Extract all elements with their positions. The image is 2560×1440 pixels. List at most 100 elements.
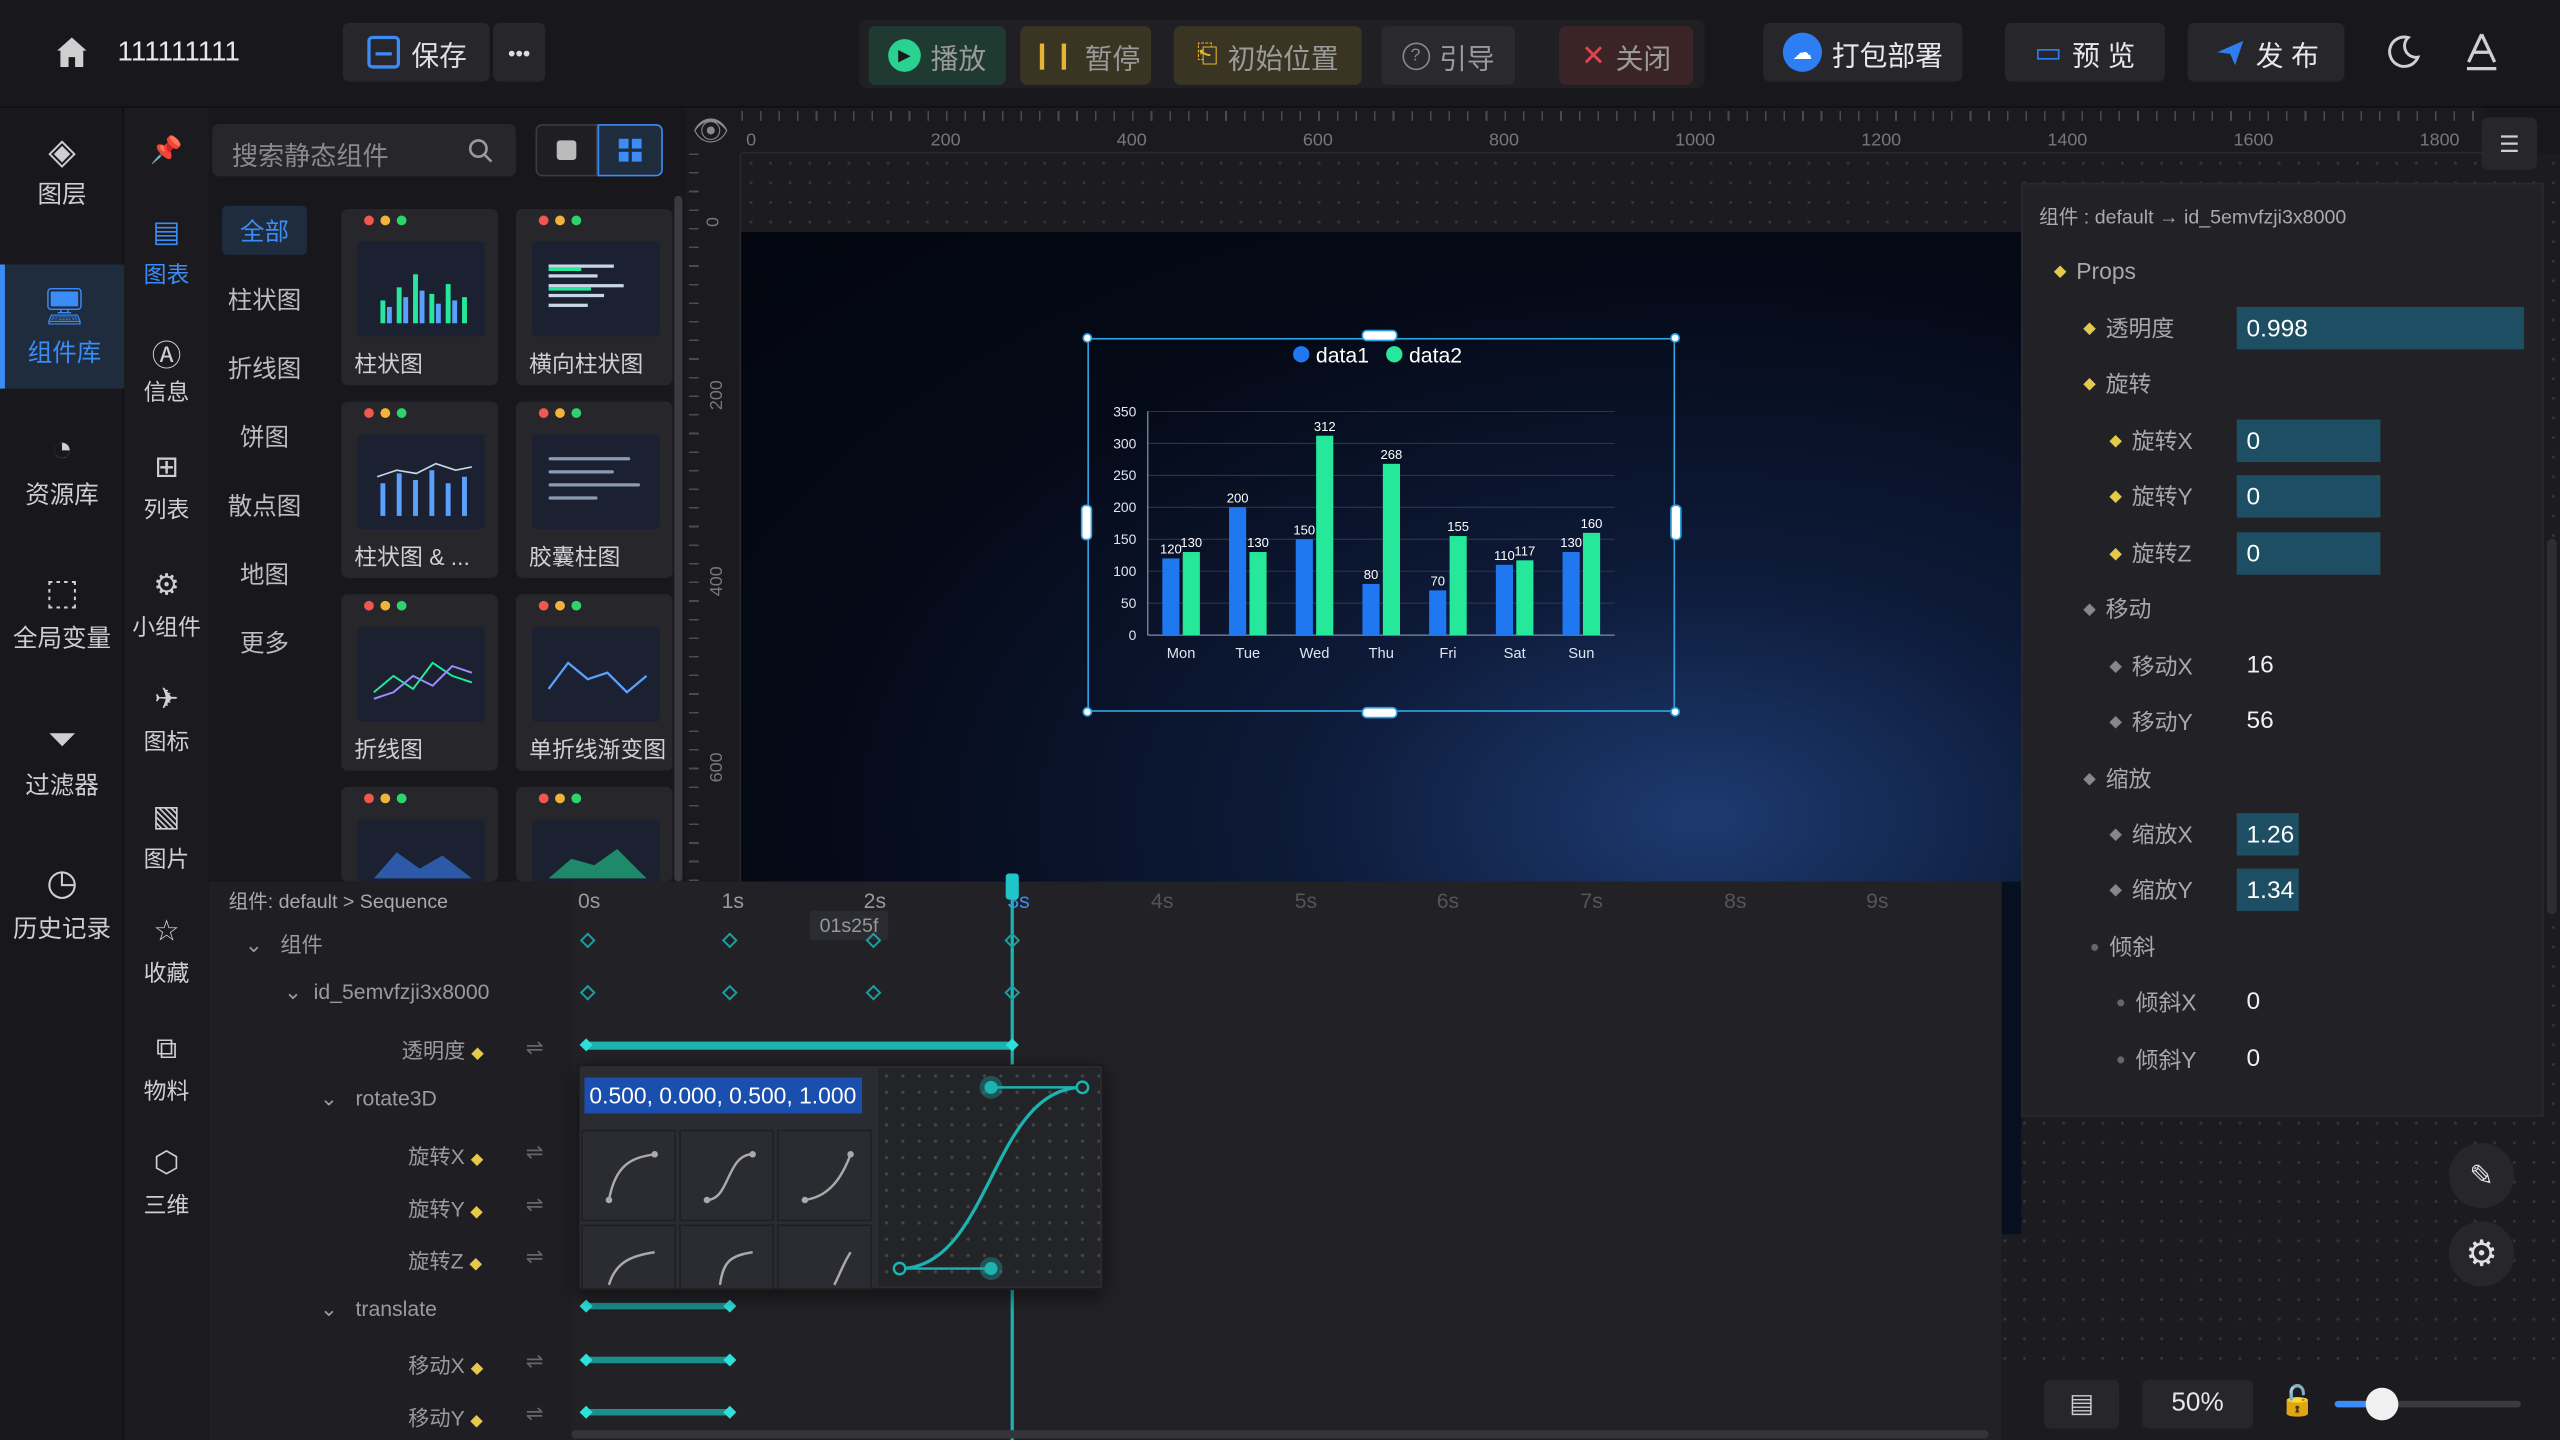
settings-button[interactable]: ⚙ [2448,1221,2515,1287]
keyframe-icon[interactable]: ◆ [470,1412,483,1430]
subcat-map[interactable]: 地图 [222,549,307,598]
keyframe-icon[interactable]: ◆ [471,1045,484,1063]
easing-preset[interactable] [777,1129,872,1222]
resize-handle[interactable] [1361,329,1398,342]
graph-icon[interactable]: ⇌ [526,1401,544,1427]
opacity-input[interactable]: 0.998 [2236,306,2525,350]
resize-handle[interactable] [1361,706,1398,719]
zoom-level[interactable]: 50% [2142,1379,2254,1429]
component-card[interactable]: 胶囊柱图 [515,401,673,578]
deploy-button[interactable]: ☁ 打包部署 [1763,22,1963,82]
search-input[interactable]: 搜索静态组件 [232,134,389,173]
resize-handle[interactable] [1670,504,1682,541]
edit-button[interactable]: ✎ [2448,1142,2515,1209]
category-info[interactable]: Ⓐ 信息 [124,333,209,415]
track-rotate-z[interactable]: 旋转Z ◆ [408,1244,492,1275]
easing-preset[interactable] [581,1129,676,1222]
easing-preset[interactable] [679,1129,774,1222]
panel-scrollbar[interactable] [674,195,683,882]
publish-button[interactable]: 发 布 [2187,22,2345,82]
bezier-curve-editor[interactable] [878,1067,1101,1287]
category-widget[interactable]: ⚙ 小组件 [124,568,209,650]
resize-handle[interactable] [1082,333,1093,343]
graph-icon[interactable]: ⇌ [526,1244,544,1270]
grid-view-toggle[interactable] [597,124,663,177]
component-card[interactable]: 折线图 [341,594,498,771]
nav-global-variables[interactable]: ⬚ 全局变量 [0,571,124,672]
component-card[interactable] [515,786,673,882]
track-move-x[interactable]: 移动X ◆ [408,1349,493,1380]
resize-handle[interactable] [1670,333,1680,343]
track-opacity[interactable]: 透明度 ◆ [402,1033,494,1064]
play-button[interactable]: ▶ 播放 [868,26,1006,85]
move-y-value[interactable]: 56 [2247,707,2274,735]
category-material[interactable]: ⧉ 物料 [124,1032,209,1114]
graph-icon[interactable]: ⇌ [526,1192,544,1218]
props-header[interactable]: ◆ Props [2054,250,2136,292]
easing-preset[interactable] [679,1224,774,1290]
more-button[interactable]: ••• [493,22,546,82]
subcat-more[interactable]: 更多 [222,617,307,666]
track-rotate-x[interactable]: 旋转X ◆ [408,1140,493,1171]
easing-value-input[interactable]: 0.500, 0.000, 0.500, 1.000 [584,1077,863,1114]
graph-icon[interactable]: ⇌ [526,1349,544,1375]
nav-history[interactable]: ◷ 历史记录 [0,862,124,963]
guide-button[interactable]: ? 引导 [1381,26,1516,85]
keyframe-icon[interactable]: ◆ [2109,657,2122,675]
playhead-handle[interactable] [1005,873,1019,900]
subcat-all[interactable]: 全部 [222,205,307,255]
track-component[interactable]: ⌄ 组件 [245,927,323,958]
pin-icon[interactable]: 📌 [150,134,183,167]
keyframe-icon[interactable]: ◆ [470,1256,483,1274]
component-card[interactable] [341,786,498,882]
track-move-y[interactable]: 移动Y ◆ [408,1401,493,1432]
keyframe-icon[interactable]: ◆ [2109,881,2122,899]
track-rotate-y[interactable]: 旋转Y ◆ [408,1192,493,1223]
user-icon[interactable] [2462,29,2501,71]
subcat-line[interactable]: 折线图 [222,343,307,392]
category-list[interactable]: ⊞ 列表 [124,451,209,533]
save-button[interactable]: 保存 [342,22,490,82]
nav-resource-library[interactable]: ◔ 资源库 [0,428,124,529]
nav-filter[interactable]: ⏷ 过滤器 [0,718,124,819]
component-card[interactable]: 横向柱状图 [515,208,673,386]
zoom-slider-handle[interactable] [2365,1387,2399,1421]
easing-preset[interactable] [581,1224,676,1290]
rotate-z-input[interactable]: 0 [2236,532,2381,575]
nav-component-library[interactable]: 🖥 组件库 [0,264,125,389]
category-chart[interactable]: ▤ 图表 [124,216,209,298]
preview-button[interactable]: ▭ 预 览 [2004,22,2165,82]
reset-position-button[interactable]: ⎗ 初始位置 [1173,26,1362,85]
move-x-value[interactable]: 16 [2247,651,2274,679]
subcat-scatter[interactable]: 散点图 [222,480,307,529]
search-box[interactable]: 搜索静态组件 [212,124,516,177]
properties-scrollbar[interactable] [2546,538,2557,915]
subcat-pie[interactable]: 饼图 [222,411,307,460]
keyframe-icon[interactable]: ◆ [2109,825,2122,843]
rotate-y-input[interactable]: 0 [2236,475,2381,518]
keyframe-icon[interactable]: ◆ [2083,770,2096,788]
graph-icon[interactable]: ⇌ [526,1140,544,1166]
resize-handle[interactable] [1670,706,1680,717]
rotate-x-input[interactable]: 0 [2236,419,2381,463]
skew-x-value[interactable]: 0 [2247,988,2261,1016]
subcat-bar[interactable]: 柱状图 [222,274,307,323]
keyframe-icon[interactable]: ◆ [2109,432,2122,450]
home-icon[interactable] [52,33,91,72]
pause-button[interactable]: ❙❙ 暂停 [1020,26,1152,85]
keyframe-icon[interactable]: ◆ [2083,375,2096,393]
resize-handle[interactable] [1082,706,1093,717]
close-button[interactable]: ✕ 关闭 [1559,26,1694,85]
category-icon[interactable]: ✈ 图标 [124,682,209,764]
keyframe-icon[interactable]: ◆ [2083,600,2096,618]
component-card[interactable]: 柱状图 & ... [341,401,498,578]
dark-mode-icon[interactable] [2384,33,2423,72]
timeline-scrollbar[interactable] [571,1430,1989,1439]
keyframe-icon[interactable]: ◆ [470,1203,483,1221]
single-view-toggle[interactable] [535,124,598,177]
keyframe-icon[interactable]: ◆ [2083,319,2096,337]
keyframe-icon[interactable]: ◆ [471,1360,484,1378]
keyframe-icon[interactable]: ◆ [2109,713,2122,731]
category-image[interactable]: ▧ 图片 [124,800,209,882]
nav-layers[interactable]: ◈ 图层 [0,131,124,232]
